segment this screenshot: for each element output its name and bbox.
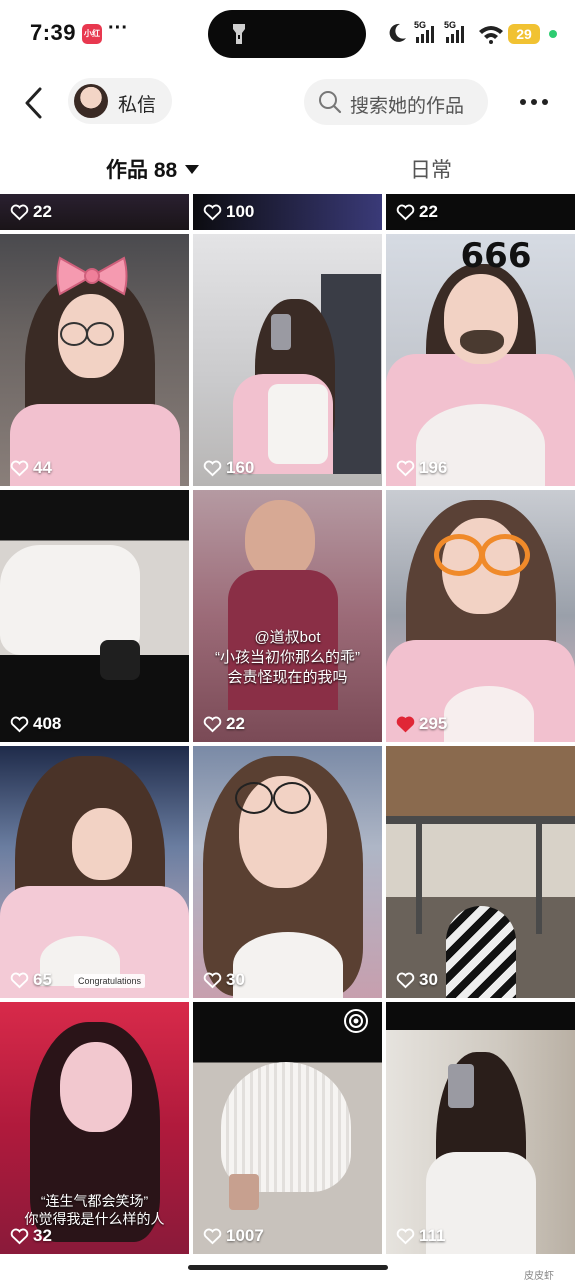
work-thumbnail[interactable]: 160 [193, 234, 382, 486]
status-bar: 7:39 小红书 ··· 5G 5G 29 [0, 0, 575, 70]
like-count: 22 [203, 714, 245, 734]
heart-icon [203, 972, 222, 988]
dropdown-caret-icon [185, 164, 200, 174]
video-caption: “连生气都会笑场” 你觉得我是什么样的人 [0, 1192, 189, 1228]
work-thumbnail[interactable]: 22 [0, 194, 189, 230]
live-icon [344, 1009, 368, 1033]
like-count: 22 [396, 202, 438, 222]
like-count: 160 [203, 458, 254, 478]
heart-icon [203, 716, 222, 732]
search-works-input[interactable]: 搜索她的作品 [304, 79, 488, 125]
heart-icon [203, 204, 222, 220]
heart-icon [203, 460, 222, 476]
like-count: 44 [10, 458, 52, 478]
cellular-signal-icon: 5G [444, 20, 470, 44]
work-thumbnail[interactable]: 666 196 [386, 234, 575, 486]
heart-icon [396, 204, 415, 220]
heart-icon [10, 1228, 29, 1244]
tab-daily[interactable]: 日常 [410, 154, 452, 184]
bow-sticker-icon [56, 256, 128, 296]
work-thumbnail[interactable]: 22 [386, 194, 575, 230]
caption-line: 会责怪现在的我吗 [227, 669, 348, 686]
like-count: 295 [396, 714, 447, 734]
heart-icon [396, 972, 415, 988]
profile-header: 私信 搜索她的作品 [0, 70, 575, 136]
wifi-icon [479, 26, 503, 44]
private-message-label: 私信 [118, 95, 157, 116]
like-count: 65 [10, 970, 52, 990]
number-sticker-icon: 666 [461, 236, 532, 274]
flashlight-icon [233, 24, 245, 44]
heart-icon [10, 716, 29, 732]
work-thumbnail[interactable]: 111 [386, 1002, 575, 1254]
like-count: 1007 [203, 1226, 264, 1246]
work-thumbnail[interactable]: 295 [386, 490, 575, 742]
tab-works-count: 88 [153, 159, 178, 182]
caption-line: “连生气都会笑场” [40, 1193, 149, 1209]
work-thumbnail[interactable]: “连生气都会笑场” 你觉得我是什么样的人 32 [0, 1002, 189, 1254]
like-count: 30 [203, 970, 245, 990]
like-count: 30 [396, 970, 438, 990]
work-thumbnail[interactable]: 44 [0, 234, 189, 486]
like-count: 408 [10, 714, 61, 734]
privacy-indicator-dot [549, 30, 557, 38]
home-indicator[interactable] [188, 1265, 388, 1270]
battery-indicator: 29 [508, 24, 540, 44]
like-count: 32 [10, 1226, 52, 1246]
work-thumbnail[interactable]: 30 [193, 746, 382, 998]
tab-works[interactable]: 作品 88 [106, 154, 200, 184]
heart-icon [10, 972, 29, 988]
like-count: 196 [396, 458, 447, 478]
heart-icon [10, 204, 29, 220]
heart-filled-icon [396, 716, 415, 732]
content-tabs: 作品 88 日常 [0, 136, 575, 194]
cellular-signal-icon: 5G [414, 20, 440, 44]
status-time: 7:39 [30, 20, 77, 45]
more-options-icon[interactable] [518, 94, 550, 110]
works-grid: 22 100 22 44 160 666 196 408 @道叔bot “小孩当… [0, 194, 575, 1256]
like-count: 100 [203, 202, 254, 222]
app-badge-icon: 小红书 [82, 24, 102, 58]
heart-icon [203, 1228, 222, 1244]
svg-text:666: 666 [461, 236, 532, 274]
do-not-disturb-icon [389, 23, 406, 42]
heart-icon [10, 460, 29, 476]
heart-icon [396, 460, 415, 476]
work-thumbnail[interactable]: 30 [386, 746, 575, 998]
avatar [74, 84, 108, 118]
status-more-dots: ··· [108, 17, 128, 39]
caption-handle: @道叔bot [254, 629, 321, 646]
like-count: 111 [396, 1226, 446, 1246]
work-thumbnail[interactable]: 408 [0, 490, 189, 742]
back-arrow-icon[interactable] [22, 86, 46, 120]
heart-icon [396, 1228, 415, 1244]
video-caption: @道叔bot “小孩当初你那么的乖” 会责怪现在的我吗 [193, 628, 382, 688]
overlay-label: Congratulations [74, 974, 146, 988]
work-thumbnail[interactable]: 100 [193, 194, 382, 230]
work-thumbnail[interactable]: 1007 [193, 1002, 382, 1254]
work-thumbnail[interactable]: Congratulations 65 [0, 746, 189, 998]
search-placeholder: 搜索她的作品 [350, 96, 465, 117]
tab-works-label: 作品 [106, 159, 148, 182]
caption-line: “小孩当初你那么的乖” [215, 649, 360, 666]
private-message-button[interactable]: 私信 [68, 78, 172, 124]
like-count: 22 [10, 202, 52, 222]
search-icon [319, 91, 342, 114]
dynamic-island [208, 10, 366, 58]
work-thumbnail[interactable]: @道叔bot “小孩当初你那么的乖” 会责怪现在的我吗 22 [193, 490, 382, 742]
